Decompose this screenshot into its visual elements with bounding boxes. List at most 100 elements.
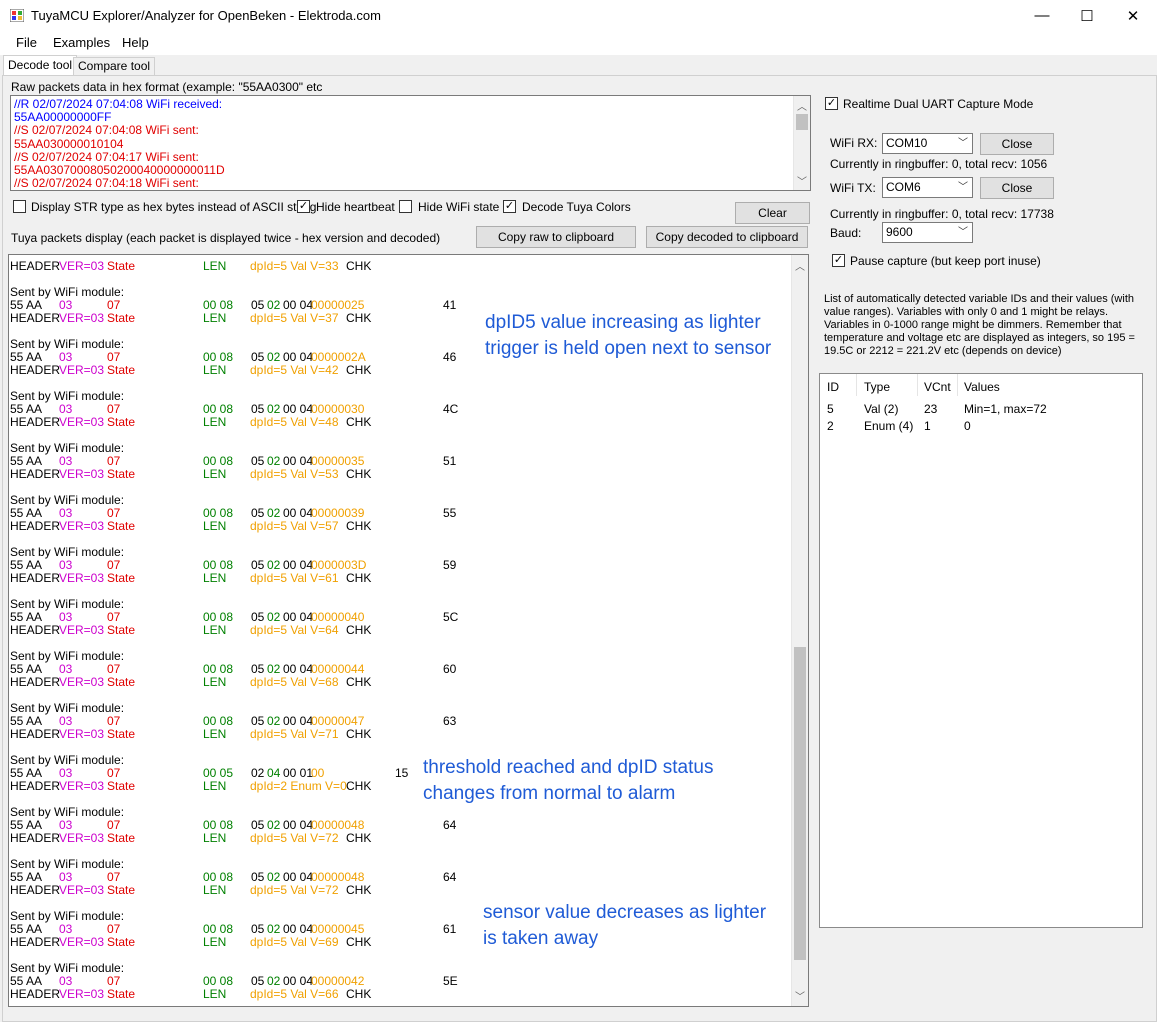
packet-dp-length: 00 04: [283, 298, 314, 312]
packet-dp-type: 02: [267, 714, 281, 728]
packet-length-label: LEN: [203, 311, 227, 325]
app-icon: [10, 9, 24, 22]
annotation-line: sensor value decreases as lighter: [483, 902, 767, 923]
packet-dp-id: 05: [251, 974, 265, 988]
packet-header-label: HEADER: [10, 363, 61, 377]
packet-dp-type: 02: [267, 610, 281, 624]
packet-source-label: Sent by WiFi module:: [10, 285, 125, 299]
menu-examples[interactable]: Examples: [53, 35, 110, 50]
tab-decode-tool[interactable]: Decode tool: [3, 55, 78, 75]
maximize-button[interactable]: ☐: [1064, 0, 1110, 31]
packet-header: 55 AA: [10, 454, 43, 468]
packet-dp-type: 02: [267, 454, 281, 468]
packet-header: 55 AA: [10, 558, 43, 572]
packet-dp-value: 00000048: [311, 818, 365, 832]
packet-header-label: HEADER: [10, 311, 61, 325]
wifi-tx-select[interactable]: COM6 ﹀: [882, 177, 973, 198]
packet-length: 00 08: [203, 558, 234, 572]
packet-header: 55 AA: [10, 766, 43, 780]
packet-length: 00 08: [203, 974, 234, 988]
close-window-button[interactable]: ✕: [1110, 0, 1156, 31]
clear-button[interactable]: Clear: [735, 202, 810, 224]
variables-list[interactable]: ID Type VCnt Values 5 Val (2) 23 Min=1, max…: [819, 373, 1143, 928]
tx-status: Currently in ringbuffer: 0, total recv: …: [830, 207, 1054, 221]
column-header-vcnt[interactable]: VCnt: [924, 380, 951, 394]
scroll-up-icon[interactable]: ︿: [792, 258, 808, 273]
packet-command: 07: [107, 662, 121, 676]
packet-checksum-label: CHK: [346, 831, 372, 845]
baud-select[interactable]: 9600 ﹀: [882, 222, 973, 243]
packet-dp-value: 00000045: [311, 922, 365, 936]
packet-length-label: LEN: [203, 675, 227, 689]
menu-bar: [0, 31, 1157, 55]
hide-wifi-state-checkbox[interactable]: [399, 200, 412, 213]
packet-dp-length: 00 04: [283, 558, 314, 572]
packets-display[interactable]: HEADER VER=03 State LEN dpId=5 Val V=33 CHK Se…: [8, 254, 809, 1007]
packet-header-label: HEADER: [10, 883, 61, 897]
packet-version-label: VER=03: [59, 415, 105, 429]
packet-version: 03: [59, 922, 73, 936]
packet-header: 55 AA: [10, 974, 43, 988]
packet-source-label: Sent by WiFi module:: [10, 857, 125, 871]
chevron-down-icon: ﹀: [958, 227, 968, 238]
packet-dp-value: 00000030: [311, 402, 365, 416]
packet-dp-value: 00000025: [311, 298, 365, 312]
packet-length: 00 08: [203, 350, 234, 364]
packets-scrollbar[interactable]: ︿ ﹀: [791, 255, 808, 1006]
scroll-down-icon[interactable]: ﹀: [794, 173, 810, 188]
tab-compare-tool[interactable]: Compare tool: [73, 57, 156, 75]
column-header-id[interactable]: ID: [827, 380, 839, 394]
baud-label: Baud:: [830, 226, 862, 240]
packet-dp-length: 00 04: [283, 870, 314, 884]
packet-command-label: State: [107, 311, 136, 325]
window-title: TuyaMCU Explorer/Analyzer for OpenBeken …: [31, 8, 381, 23]
packet-checksum: 61: [443, 922, 457, 936]
packet-source-label: Sent by WiFi module:: [10, 389, 125, 403]
packet-command: 07: [107, 922, 121, 936]
packet-command-label: State: [107, 571, 136, 585]
packet-checksum-label: CHK: [346, 727, 372, 741]
packet-version-label: VER=03: [59, 519, 105, 533]
menu-help[interactable]: Help: [122, 35, 149, 50]
raw-packets-input[interactable]: //R 02/07/2024 07:04:08 WiFi received: 55…: [10, 95, 811, 191]
packet-header: 55 AA: [10, 922, 43, 936]
pause-capture-checkbox[interactable]: ✓: [832, 254, 845, 267]
packet-dp-id: 05: [251, 818, 265, 832]
packet-checksum: 15: [395, 766, 409, 780]
raw-scrollbar[interactable]: ︿ ﹀: [793, 96, 810, 190]
scroll-down-icon[interactable]: ﹀: [792, 988, 808, 1003]
packet-length: 00 08: [203, 922, 234, 936]
minimize-button[interactable]: —: [1019, 0, 1065, 31]
packet-command-label: State: [107, 259, 136, 273]
column-header-type[interactable]: Type: [864, 380, 890, 394]
packet-checksum: 5E: [443, 974, 458, 988]
packet-length: 00 08: [203, 818, 234, 832]
scroll-up-icon[interactable]: ︿: [794, 98, 810, 113]
packet-header-label: HEADER: [10, 935, 61, 949]
packet-version-label: VER=03: [59, 883, 105, 897]
realtime-capture-checkbox[interactable]: ✓: [825, 97, 838, 110]
packet-version-label: VER=03: [59, 831, 105, 845]
chevron-down-icon: ﹀: [958, 182, 968, 193]
menu-file[interactable]: File: [16, 35, 37, 50]
packet-length: 00 08: [203, 610, 234, 624]
wifi-tx-close-button[interactable]: Close: [980, 177, 1054, 199]
chevron-down-icon: ﹀: [958, 138, 968, 149]
copy-raw-button[interactable]: Copy raw to clipboard: [476, 226, 636, 248]
decode-colors-checkbox[interactable]: ✓: [503, 200, 516, 213]
display-str-hex-label: Display STR type as hex bytes instead of…: [31, 200, 317, 214]
wifi-rx-select[interactable]: COM10 ﹀: [882, 133, 973, 154]
scroll-thumb[interactable]: [794, 647, 806, 960]
wifi-rx-close-button[interactable]: Close: [980, 133, 1054, 155]
scroll-thumb[interactable]: [796, 114, 808, 130]
hide-heartbeat-checkbox[interactable]: ✓: [297, 200, 310, 213]
packet-checksum-label: CHK: [346, 519, 372, 533]
packet-dp-value: 0000002A: [311, 350, 366, 364]
packet-dp-description: dpId=5 Val V=72: [250, 831, 339, 845]
packet-dp-id: 05: [251, 662, 265, 676]
packet-length-label: LEN: [203, 519, 227, 533]
column-header-values[interactable]: Values: [964, 380, 1000, 394]
copy-decoded-button[interactable]: Copy decoded to clipboard: [646, 226, 808, 248]
rx-status: Currently in ringbuffer: 0, total recv: …: [830, 157, 1048, 171]
display-str-hex-checkbox[interactable]: [13, 200, 26, 213]
